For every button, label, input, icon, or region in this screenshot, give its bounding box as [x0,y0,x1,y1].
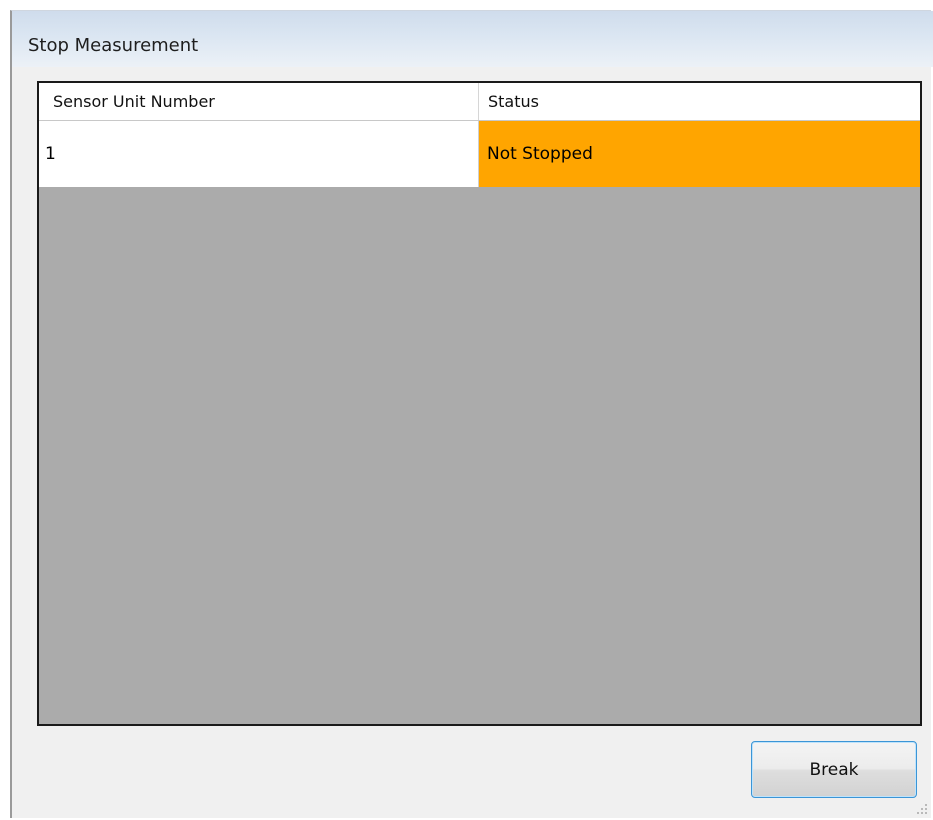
status-cell[interactable]: Not Stopped [479,121,920,187]
grid-header: Sensor Unit Number Status [39,83,920,121]
break-button[interactable]: Break [751,741,917,798]
sensor-unit-number-cell[interactable]: 1 [39,121,479,187]
dialog-title: Stop Measurement [28,35,199,56]
table-row[interactable]: 1 Not Stopped [39,121,920,187]
sensor-status-grid[interactable]: Sensor Unit Number Status 1 Not Stopped [37,81,922,726]
title-bar: Stop Measurement [12,11,933,67]
stop-measurement-dialog: Stop Measurement Sensor Unit Number Stat… [10,10,933,818]
column-header-status[interactable]: Status [479,83,920,120]
resize-grip-icon[interactable] [915,802,927,814]
column-header-sensor-unit-number[interactable]: Sensor Unit Number [39,83,479,120]
